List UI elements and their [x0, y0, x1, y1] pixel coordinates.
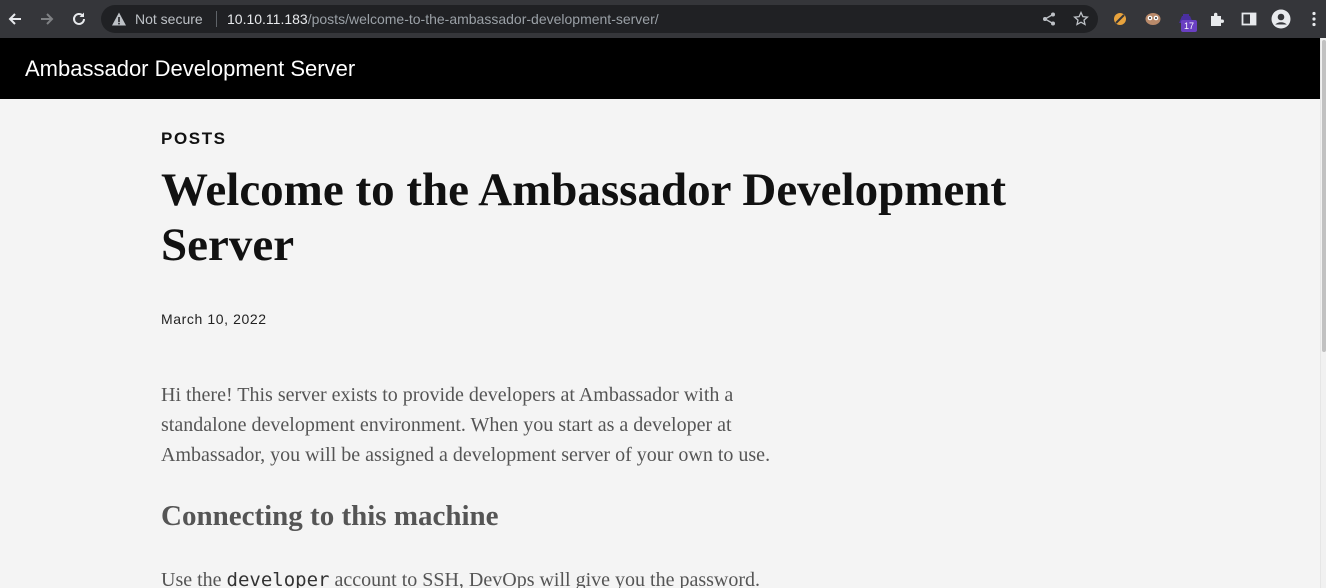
warning-icon	[112, 12, 126, 26]
extension-face-icon	[1145, 13, 1161, 25]
extension-badge: 17	[1181, 20, 1198, 32]
address-bar[interactable]: Not secure 10.10.11.183/posts/welcome-to…	[101, 5, 1098, 33]
ssh-text-after: account to SSH, DevOps will give you the…	[329, 569, 761, 588]
extension-button[interactable]	[1143, 9, 1163, 29]
ssh-text-before: Use the	[161, 569, 227, 588]
more-vertical-icon	[1312, 11, 1316, 27]
share-button[interactable]	[1040, 10, 1058, 28]
share-icon	[1043, 12, 1055, 26]
site-title-link[interactable]: Ambassador Development Server	[25, 56, 355, 82]
separator	[216, 11, 217, 27]
url-text[interactable]: 10.10.11.183/posts/welcome-to-the-ambass…	[227, 11, 659, 27]
arrow-left-icon	[8, 13, 21, 25]
post-date: March 10, 2022	[161, 311, 267, 327]
side-panel-button[interactable]	[1239, 9, 1259, 29]
side-panel-icon	[1241, 12, 1257, 26]
reload-button[interactable]	[67, 7, 91, 31]
extension-orange-icon	[1114, 13, 1126, 25]
browser-menu-button[interactable]	[1304, 9, 1324, 29]
intro-paragraph: Hi there! This server exists to provide …	[161, 384, 771, 466]
ssh-paragraph: Use the developer account to SSH, DevOps…	[161, 565, 961, 588]
bookmark-button[interactable]	[1072, 10, 1090, 28]
profile-button[interactable]	[1271, 9, 1291, 29]
extension-button[interactable]	[1110, 9, 1130, 29]
page-scrollbar[interactable]	[1320, 38, 1326, 588]
extensions-menu-button[interactable]	[1207, 9, 1227, 29]
site-header: Ambassador Development Server	[0, 38, 1320, 99]
post-category-link[interactable]: POSTS	[161, 129, 227, 149]
section-heading: Connecting to this machine	[161, 500, 499, 532]
reload-icon	[73, 12, 85, 25]
url-host: 10.10.11.183	[227, 11, 308, 27]
forward-button[interactable]	[35, 7, 59, 31]
star-icon	[1073, 11, 1089, 26]
username-code: developer	[226, 569, 330, 588]
security-status[interactable]: Not secure	[135, 11, 203, 27]
avatar-icon	[1271, 9, 1291, 29]
post-title: Welcome to the Ambassador Development Se…	[161, 164, 1007, 271]
back-button[interactable]	[3, 7, 27, 31]
url-path: /posts/welcome-to-the-ambassador-develop…	[307, 11, 659, 27]
arrow-right-icon	[41, 13, 54, 25]
scrollbar-thumb[interactable]	[1322, 40, 1326, 352]
puzzle-icon	[1211, 12, 1224, 26]
browser-toolbar: Not secure 10.10.11.183/posts/welcome-to…	[0, 0, 1326, 38]
